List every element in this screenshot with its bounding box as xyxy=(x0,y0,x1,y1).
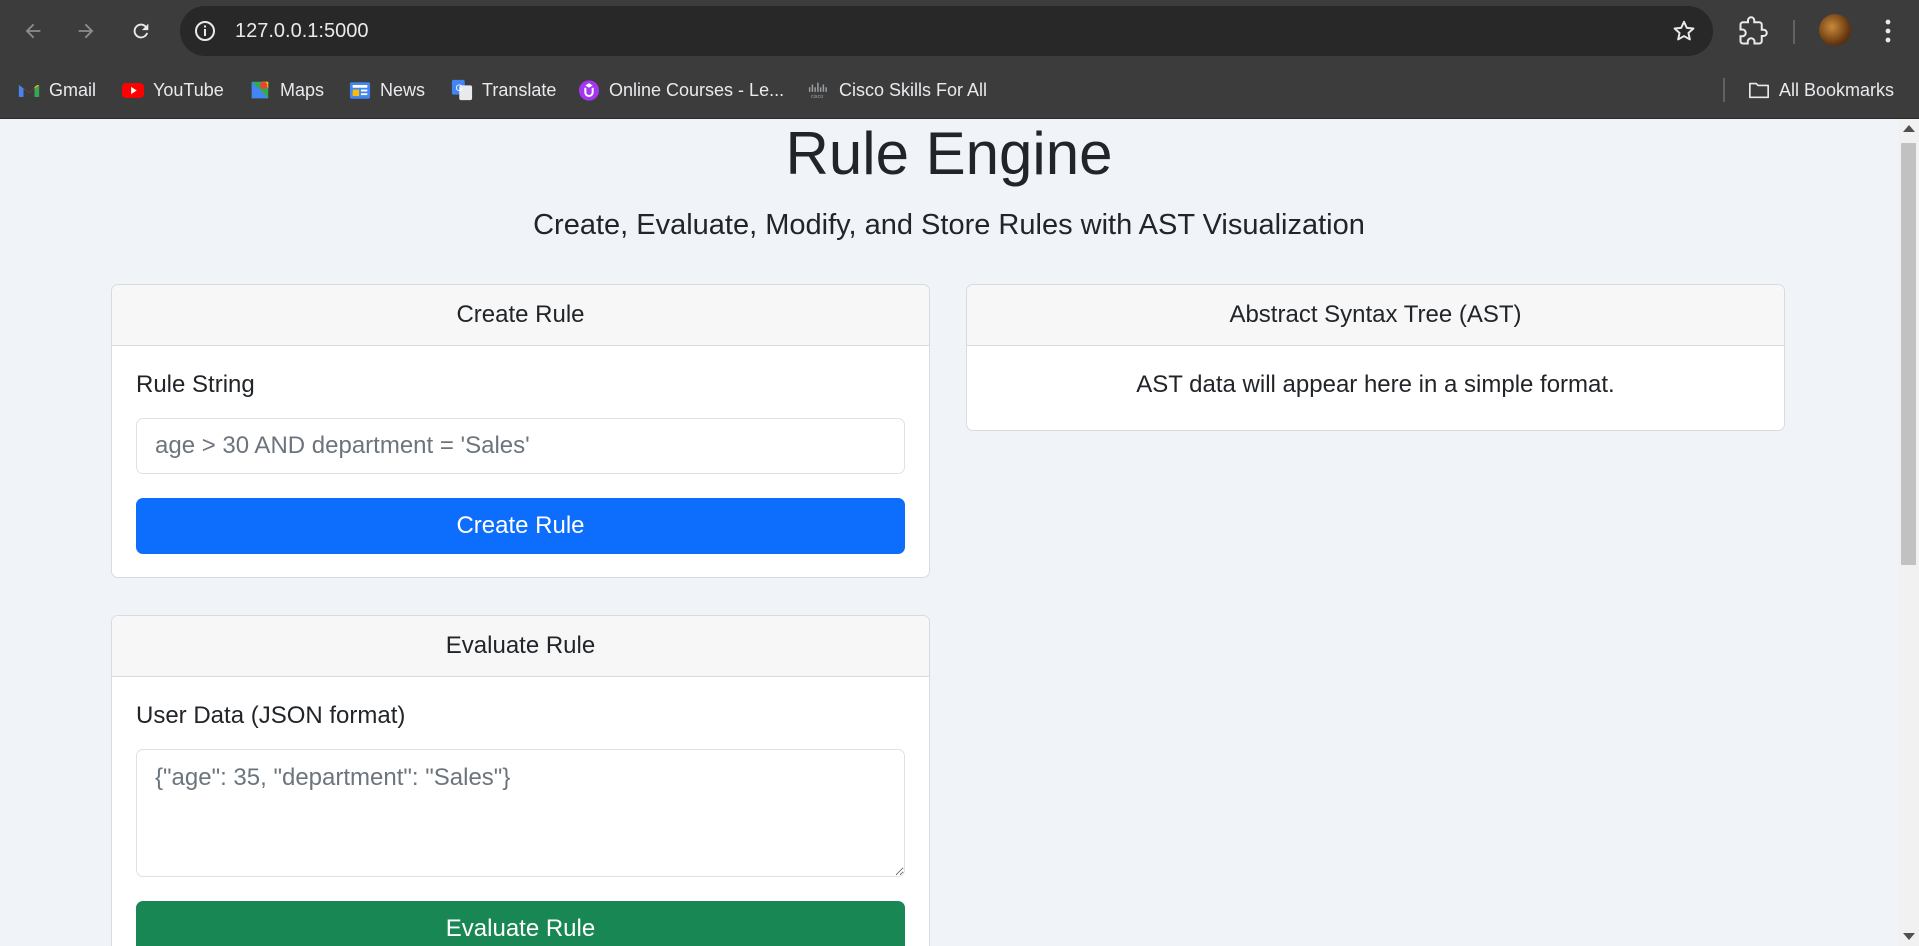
toolbar-divider xyxy=(1793,20,1795,44)
arrow-right-icon xyxy=(78,23,94,39)
bookmark-star-icon[interactable] xyxy=(1671,18,1697,44)
bookmark-youtube[interactable]: YouTube xyxy=(122,76,224,104)
site-info-icon[interactable] xyxy=(193,19,217,43)
rule-string-label: Rule String xyxy=(136,371,255,398)
bookmark-label: Online Courses - Le... xyxy=(609,79,785,100)
page-scrollbar[interactable] xyxy=(1898,119,1919,946)
user-data-label: User Data (JSON format) xyxy=(136,702,406,729)
evaluate-rule-button[interactable]: Evaluate Rule xyxy=(136,901,905,946)
bookmark-label: Gmail xyxy=(49,79,97,100)
all-bookmarks-label: All Bookmarks xyxy=(1779,79,1895,100)
forward-button[interactable] xyxy=(68,13,104,49)
bookmark-online-courses[interactable]: Online Courses - Le... xyxy=(578,76,784,104)
news-icon xyxy=(349,79,371,101)
page-subtitle: Create, Evaluate, Modify, and Store Rule… xyxy=(533,209,1365,241)
browser-toolbar: 127.0.0.1:5000 xyxy=(0,0,1919,62)
ast-header: Abstract Syntax Tree (AST) xyxy=(967,285,1784,346)
extensions-icon[interactable] xyxy=(1738,16,1768,46)
maps-icon xyxy=(249,79,271,101)
more-menu-icon[interactable] xyxy=(1876,16,1900,46)
svg-text:cisco: cisco xyxy=(811,94,824,100)
bookmark-translate[interactable]: G Translate xyxy=(451,76,556,104)
create-rule-header: Create Rule xyxy=(112,285,929,346)
create-rule-card: Create Rule Rule String Create Rule xyxy=(111,284,930,578)
back-button[interactable] xyxy=(15,13,51,49)
user-data-textarea[interactable] xyxy=(136,749,905,877)
scroll-up-arrow-icon[interactable] xyxy=(1903,125,1915,132)
bookmark-label: Cisco Skills For All xyxy=(839,79,988,100)
ast-body: AST data will appear here in a simple fo… xyxy=(967,346,1784,424)
page-title: Rule Engine xyxy=(785,120,1113,187)
evaluate-rule-card: Evaluate Rule User Data (JSON format) Ev… xyxy=(111,615,930,946)
bookmark-maps[interactable]: Maps xyxy=(249,76,324,104)
bookmark-label: YouTube xyxy=(153,79,224,100)
ast-output: AST data will appear here in a simple fo… xyxy=(1136,371,1615,398)
youtube-icon xyxy=(122,79,144,101)
gmail-icon xyxy=(18,79,40,101)
bookmark-label: News xyxy=(380,79,426,100)
cisco-icon: cisco xyxy=(808,79,830,101)
reload-button[interactable] xyxy=(123,13,159,49)
create-rule-body: Rule String Create Rule xyxy=(112,346,929,577)
udemy-icon xyxy=(578,79,600,101)
reload-icon xyxy=(133,23,149,39)
ast-card: Abstract Syntax Tree (AST) AST data will… xyxy=(966,284,1785,431)
address-bar[interactable]: 127.0.0.1:5000 xyxy=(180,6,1713,56)
page-viewport: Rule Engine Create, Evaluate, Modify, an… xyxy=(0,119,1898,946)
rule-string-input[interactable] xyxy=(136,418,905,474)
create-rule-button[interactable]: Create Rule xyxy=(136,498,905,554)
scroll-down-arrow-icon[interactable] xyxy=(1903,933,1915,940)
bookmark-gmail[interactable]: Gmail xyxy=(18,76,96,104)
scroll-thumb[interactable] xyxy=(1901,143,1916,565)
evaluate-rule-body: User Data (JSON format) Evaluate Rule xyxy=(112,677,929,946)
all-bookmarks-button[interactable]: All Bookmarks xyxy=(1748,76,1894,104)
arrow-left-icon xyxy=(25,23,41,39)
bookmark-label: Translate xyxy=(482,79,557,100)
bookmark-cisco[interactable]: cisco Cisco Skills For All xyxy=(808,76,987,104)
evaluate-rule-header: Evaluate Rule xyxy=(112,616,929,677)
bookmark-label: Maps xyxy=(280,79,325,100)
folder-icon xyxy=(1748,79,1770,101)
profile-avatar[interactable] xyxy=(1819,14,1851,46)
bookmark-news[interactable]: News xyxy=(349,76,425,104)
bookmarks-divider xyxy=(1723,78,1725,102)
svg-text:G: G xyxy=(456,83,463,93)
translate-icon: G xyxy=(451,79,473,101)
bookmarks-bar: Gmail YouTube Maps News G Translate Onli… xyxy=(0,62,1919,119)
url-text: 127.0.0.1:5000 xyxy=(235,20,369,42)
